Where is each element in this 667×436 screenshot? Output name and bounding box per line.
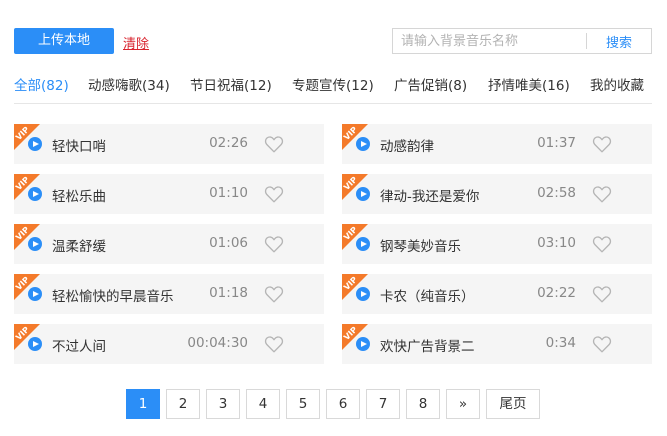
heart-icon[interactable] <box>592 185 612 203</box>
song-item[interactable]: VIP 欢快广告背景二 0:34 <box>342 324 652 364</box>
song-title: 钢琴美妙音乐 <box>380 239 461 255</box>
upload-local-button[interactable]: 上传本地 <box>14 28 114 54</box>
heart-icon[interactable] <box>264 135 284 153</box>
song-duration: 01:37 <box>537 135 576 151</box>
heart-icon[interactable] <box>264 235 284 253</box>
heart-icon[interactable] <box>264 185 284 203</box>
song-title: 不过人间 <box>52 339 106 355</box>
song-title: 动感韵律 <box>380 139 434 155</box>
song-duration: 01:18 <box>209 285 248 301</box>
page-3-button[interactable]: 3 <box>206 389 240 419</box>
song-title: 欢快广告背景二 <box>380 339 475 355</box>
song-duration: 02:58 <box>537 185 576 201</box>
song-item[interactable]: VIP 不过人间 00:04:30 <box>14 324 324 364</box>
song-item[interactable]: VIP 温柔舒缓 01:06 <box>14 224 324 264</box>
song-item[interactable]: VIP 轻松愉快的早晨音乐 01:18 <box>14 274 324 314</box>
tab-my-favorites[interactable]: 我的收藏 <box>590 74 644 94</box>
tab-holiday-greetings[interactable]: 节日祝福(12) <box>190 74 272 94</box>
song-item[interactable]: VIP 卡农（纯音乐） 02:22 <box>342 274 652 314</box>
song-item[interactable]: VIP 轻松乐曲 01:10 <box>14 174 324 214</box>
play-icon[interactable] <box>356 137 370 151</box>
song-duration: 02:26 <box>209 135 248 151</box>
pagination: 1 2 3 4 5 6 7 8 » 尾页 <box>0 389 667 419</box>
category-tabs: 全部(82) 动感嗨歌(34) 节日祝福(12) 专题宣传(12) 广告促销(8… <box>14 72 652 104</box>
song-duration: 0:34 <box>545 335 576 351</box>
play-icon[interactable] <box>28 187 42 201</box>
play-icon[interactable] <box>356 187 370 201</box>
song-duration: 00:04:30 <box>187 335 248 351</box>
search-input[interactable] <box>393 29 586 53</box>
song-duration: 03:10 <box>537 235 576 251</box>
song-title: 卡农（纯音乐） <box>380 289 475 305</box>
tab-dynamic-hits[interactable]: 动感嗨歌(34) <box>88 74 170 94</box>
heart-icon[interactable] <box>592 335 612 353</box>
last-page-button[interactable]: 尾页 <box>486 389 540 419</box>
heart-icon[interactable] <box>592 285 612 303</box>
next-page-button[interactable]: » <box>446 389 480 419</box>
play-icon[interactable] <box>28 287 42 301</box>
heart-icon[interactable] <box>264 285 284 303</box>
song-item[interactable]: VIP 动感韵律 01:37 <box>342 124 652 164</box>
play-icon[interactable] <box>356 337 370 351</box>
page-4-button[interactable]: 4 <box>246 389 280 419</box>
song-item[interactable]: VIP 钢琴美妙音乐 03:10 <box>342 224 652 264</box>
song-title: 轻松愉快的早晨音乐 <box>52 289 174 305</box>
tab-ad-sales[interactable]: 广告促销(8) <box>394 74 467 94</box>
page-5-button[interactable]: 5 <box>286 389 320 419</box>
music-picker: 上传本地 清除 搜索 全部(82) 动感嗨歌(34) 节日祝福(12) 专题宣传… <box>0 0 667 436</box>
play-icon[interactable] <box>28 137 42 151</box>
search-box: 搜索 <box>392 28 652 54</box>
heart-icon[interactable] <box>264 335 284 353</box>
play-icon[interactable] <box>28 337 42 351</box>
song-title: 轻快口哨 <box>52 139 106 155</box>
page-1-button[interactable]: 1 <box>126 389 160 419</box>
clear-link[interactable]: 清除 <box>123 33 149 52</box>
song-item[interactable]: VIP 轻快口哨 02:26 <box>14 124 324 164</box>
tab-lyrical[interactable]: 抒情唯美(16) <box>488 74 570 94</box>
song-duration: 01:10 <box>209 185 248 201</box>
page-8-button[interactable]: 8 <box>406 389 440 419</box>
heart-icon[interactable] <box>592 235 612 253</box>
tab-all[interactable]: 全部(82) <box>14 74 69 94</box>
song-title: 温柔舒缓 <box>52 239 106 255</box>
song-item[interactable]: VIP 律动-我还是爱你 02:58 <box>342 174 652 214</box>
play-icon[interactable] <box>356 237 370 251</box>
search-button[interactable]: 搜索 <box>587 32 651 51</box>
song-title: 律动-我还是爱你 <box>380 189 480 205</box>
page-6-button[interactable]: 6 <box>326 389 360 419</box>
tab-campaign-promo[interactable]: 专题宣传(12) <box>292 74 374 94</box>
page-7-button[interactable]: 7 <box>366 389 400 419</box>
play-icon[interactable] <box>356 287 370 301</box>
heart-icon[interactable] <box>592 135 612 153</box>
page-2-button[interactable]: 2 <box>166 389 200 419</box>
play-icon[interactable] <box>28 237 42 251</box>
song-title: 轻松乐曲 <box>52 189 106 205</box>
song-duration: 02:22 <box>537 285 576 301</box>
song-duration: 01:06 <box>209 235 248 251</box>
